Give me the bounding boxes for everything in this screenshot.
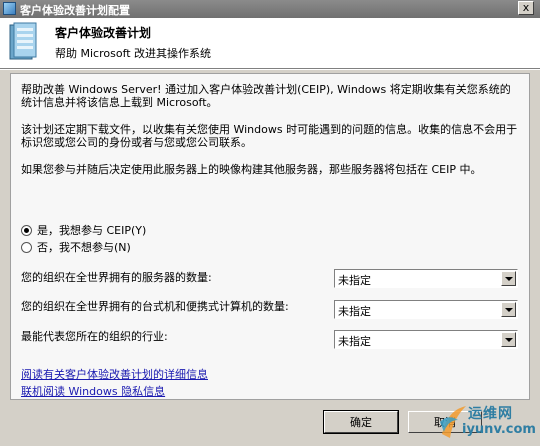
privacy-link[interactable]: 联机阅读 Windows 隐私信息 xyxy=(21,383,165,399)
chevron-down-icon[interactable] xyxy=(501,332,516,347)
content-panel: 帮助改善 Windows Server! 通过加入客户体验改善计划(CEIP),… xyxy=(10,73,530,400)
radio-no-label: 否，我不想参与(N) xyxy=(37,241,131,254)
watermark-text-2: iyunv.com xyxy=(462,422,536,437)
close-button[interactable]: x xyxy=(518,1,534,15)
chevron-down-icon[interactable] xyxy=(501,271,516,286)
servers-count-value: 未指定 xyxy=(338,274,371,287)
download-paragraph: 该计划还定期下载文件，以收集有关您使用 Windows 时可能遇到的问题的信息。… xyxy=(21,123,518,149)
industry-value: 未指定 xyxy=(338,335,371,348)
app-icon xyxy=(3,2,16,15)
image-paragraph: 如果您参与并随后决定使用此服务器上的映像构建其他服务器，那些服务器将包括在 CE… xyxy=(21,163,482,176)
radio-yes-label: 是，我想参与 CEIP(Y) xyxy=(37,224,147,237)
divider xyxy=(0,69,540,70)
industry-select[interactable]: 未指定 xyxy=(334,330,518,349)
servers-count-label: 您的组织在全世界拥有的服务器的数量: xyxy=(21,271,212,284)
chevron-down-icon[interactable] xyxy=(501,302,516,317)
header-subtitle: 帮助 Microsoft 改进其操作系统 xyxy=(55,47,212,60)
participate-no-option[interactable]: 否，我不想参与(N) xyxy=(21,239,131,255)
ceip-details-link[interactable]: 阅读有关客户体验改善计划的详细信息 xyxy=(21,366,208,382)
industry-label: 最能代表您所在的组织的行业: xyxy=(21,330,168,343)
radio-yes[interactable] xyxy=(21,224,32,236)
watermark-text-1: 运维网 xyxy=(468,406,513,422)
title-bar[interactable]: 客户体验改善计划配置 x xyxy=(0,0,540,18)
pcs-count-label: 您的组织在全世界拥有的台式机和便携式计算机的数量: xyxy=(21,300,289,313)
ceip-dialog: 客户体验改善计划配置 x 客户体验改善计划 帮助 Microsoft 改进其操作… xyxy=(0,0,540,446)
window-title: 客户体验改善计划配置 xyxy=(20,4,130,17)
participate-yes-option[interactable]: 是，我想参与 CEIP(Y) xyxy=(21,222,146,238)
pcs-count-value: 未指定 xyxy=(338,305,371,318)
radio-no[interactable] xyxy=(21,241,32,253)
header-title: 客户体验改善计划 xyxy=(55,26,152,40)
pcs-count-select[interactable]: 未指定 xyxy=(334,300,518,319)
ok-button[interactable]: 确定 xyxy=(323,410,399,434)
servers-count-select[interactable]: 未指定 xyxy=(334,269,518,288)
watermark-logo: 运维网 iyunv.com xyxy=(438,400,538,444)
header-banner: 客户体验改善计划 帮助 Microsoft 改进其操作系统 xyxy=(0,18,540,69)
computer-icon xyxy=(9,22,37,60)
intro-paragraph: 帮助改善 Windows Server! 通过加入客户体验改善计划(CEIP),… xyxy=(21,83,511,109)
